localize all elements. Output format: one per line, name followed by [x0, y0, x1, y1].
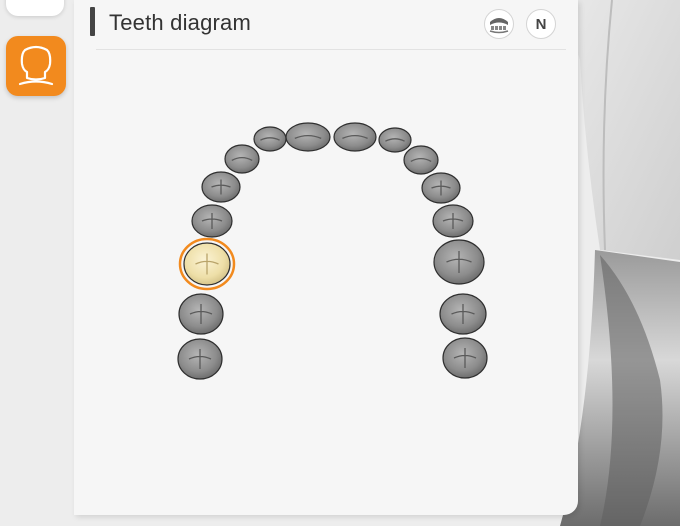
tooth-upper-right-molar-1[interactable] [178, 237, 236, 291]
tooth-upper-left-premolar-1[interactable] [421, 172, 461, 204]
tooth-crown [253, 126, 287, 152]
tooth-upper-right-lateral-incisor[interactable] [253, 126, 287, 152]
tooth-crown [285, 122, 331, 152]
tooth-upper-left-central-incisor[interactable] [333, 122, 377, 152]
tooth-crown [378, 127, 412, 153]
tooth-upper-left-molar-3[interactable] [442, 337, 488, 379]
tooth-upper-left-molar-1[interactable] [433, 239, 485, 285]
tooth-crown [224, 144, 260, 174]
tooth-crown [333, 122, 377, 152]
tooth-upper-right-molar-3[interactable] [177, 338, 223, 380]
tooth-crown [403, 145, 439, 175]
tooth-upper-right-premolar-1[interactable] [201, 171, 241, 203]
tooth-upper-left-canine[interactable] [403, 145, 439, 175]
tooth-upper-right-molar-2[interactable] [178, 293, 224, 335]
teeth-arch [177, 122, 488, 380]
tooth-upper-right-canine[interactable] [224, 144, 260, 174]
tooth-upper-left-premolar-2[interactable] [432, 204, 474, 238]
tooth-upper-left-molar-2[interactable] [439, 293, 487, 335]
tooth-upper-right-central-incisor[interactable] [285, 122, 331, 152]
tooth-upper-left-lateral-incisor[interactable] [378, 127, 412, 153]
tooth-upper-right-premolar-2[interactable] [191, 204, 233, 238]
